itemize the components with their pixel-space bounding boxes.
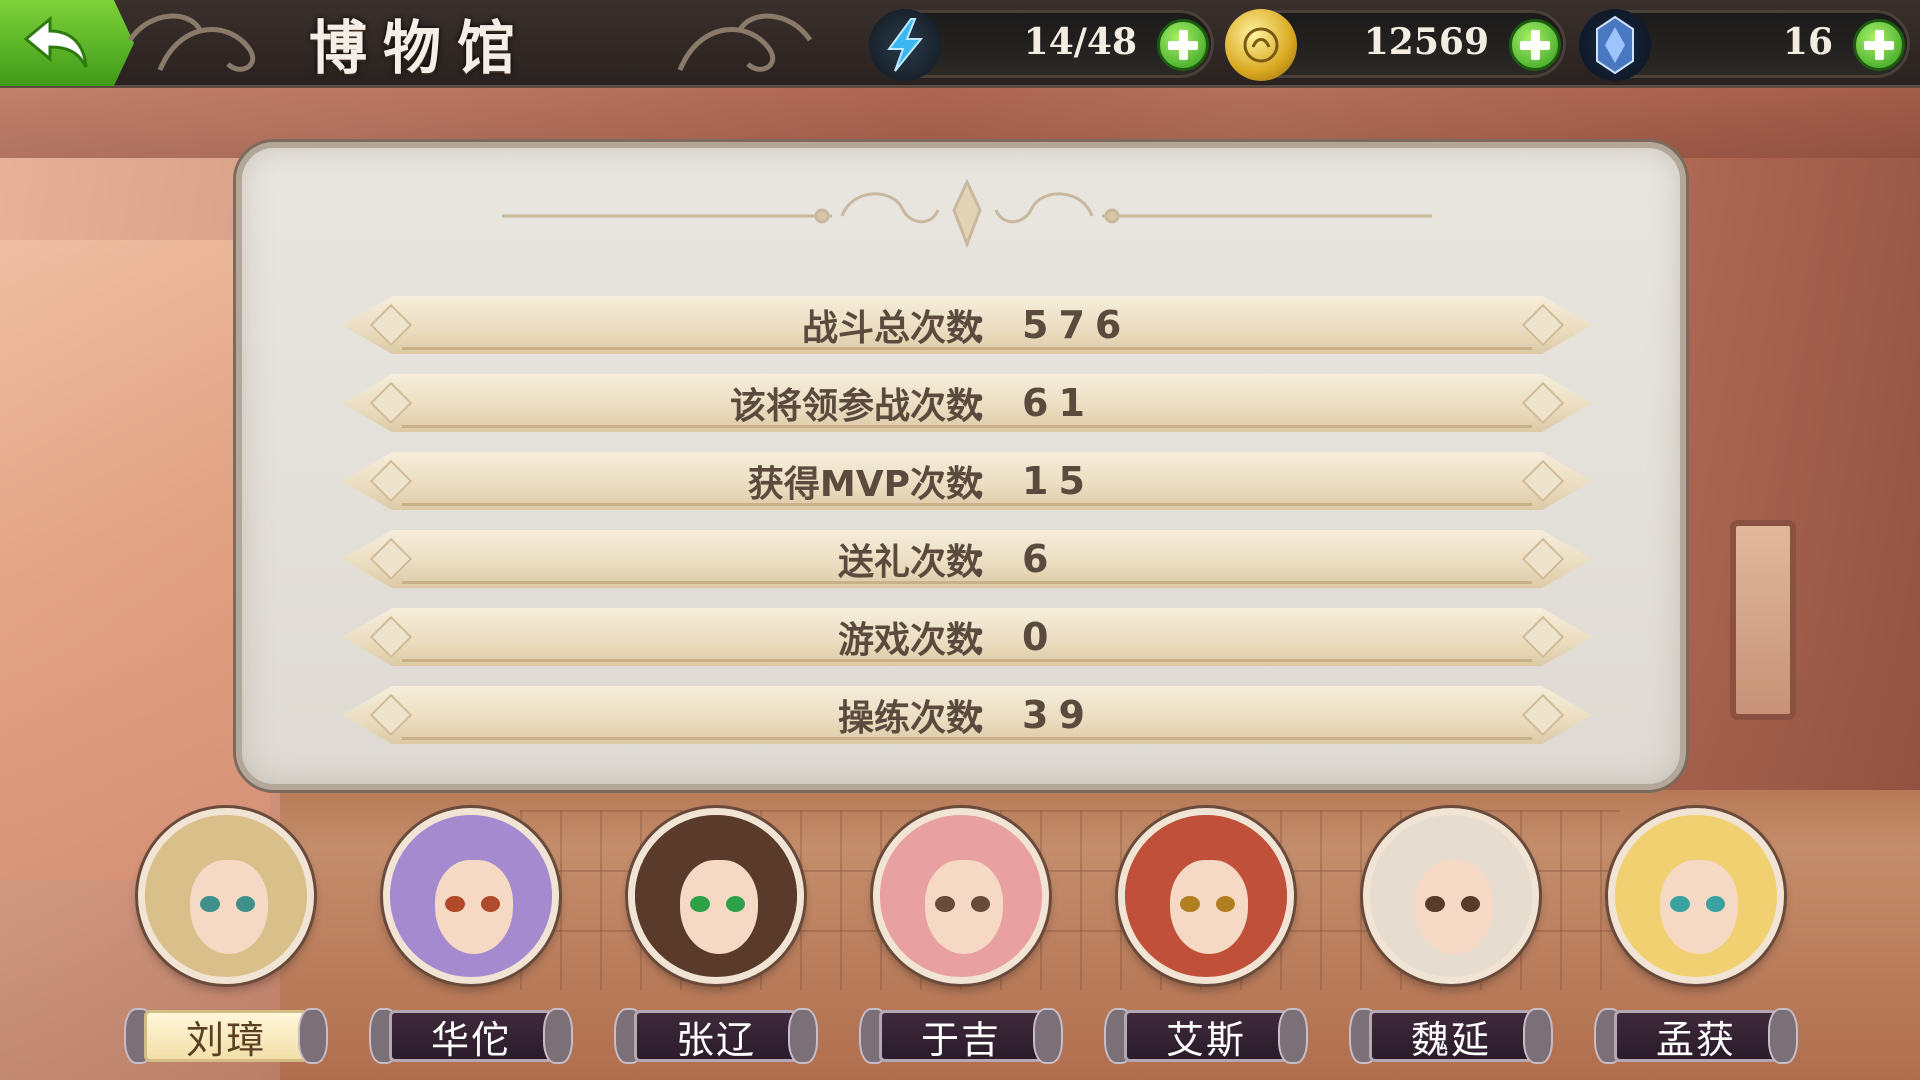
- stat-colon: ：: [970, 620, 1007, 661]
- wall-frame: [1730, 520, 1796, 720]
- crystal-value: 16: [1782, 21, 1833, 63]
- add-gold-button[interactable]: [1509, 19, 1561, 71]
- character-card-5[interactable]: 魏延: [1349, 808, 1553, 1068]
- character-nameplate[interactable]: 刘璋: [120, 1004, 332, 1068]
- page-title: 博物馆: [308, 14, 531, 82]
- character-name: 于吉: [920, 1017, 1001, 1062]
- stat-value: 6: [1022, 537, 1059, 581]
- stat-value: 576: [1022, 303, 1132, 347]
- stat-value: 61: [1022, 381, 1095, 425]
- stat-row-total-battles: 战斗总次数 ： 576: [342, 296, 1592, 354]
- stat-label: 该将领参战次数: [729, 386, 982, 427]
- crystal-counter: 16: [1579, 9, 1910, 81]
- character-card-0[interactable]: 刘璋: [124, 808, 328, 1068]
- character-nameplate[interactable]: 艾斯: [1100, 1004, 1312, 1068]
- character-portrait[interactable]: [628, 808, 804, 984]
- stat-label: 操练次数: [837, 698, 982, 739]
- stat-colon: ：: [970, 386, 1007, 427]
- gold-counter: 12569: [1225, 9, 1566, 81]
- stat-label: 战斗总次数: [801, 308, 982, 349]
- stat-row-drills: 操练次数 ： 39: [342, 686, 1592, 744]
- character-nameplate[interactable]: 华佗: [365, 1004, 577, 1068]
- stat-value: 15: [1022, 459, 1095, 503]
- character-name: 刘璋: [185, 1017, 266, 1062]
- character-portrait[interactable]: [138, 808, 314, 984]
- character-portrait[interactable]: [1118, 808, 1294, 984]
- character-portrait[interactable]: [383, 808, 559, 984]
- lightning-icon: [869, 9, 941, 81]
- top-bar: 博物馆 14/48 12569 16: [0, 0, 1920, 88]
- character-card-6[interactable]: 孟获: [1594, 808, 1798, 1068]
- character-name: 魏延: [1410, 1017, 1491, 1062]
- add-stamina-button[interactable]: [1157, 19, 1209, 71]
- stat-value: 39: [1022, 693, 1095, 737]
- gold-value: 12569: [1363, 21, 1489, 63]
- stat-value: 0: [1022, 615, 1059, 659]
- character-nameplate[interactable]: 于吉: [855, 1004, 1067, 1068]
- stat-row-games: 游戏次数 ： 0: [342, 608, 1592, 666]
- stat-row-general-battles: 该将领参战次数 ： 61: [342, 374, 1592, 432]
- stat-colon: ：: [970, 542, 1007, 583]
- stat-colon: ：: [970, 308, 1007, 349]
- character-name: 孟获: [1655, 1017, 1736, 1062]
- character-nameplate[interactable]: 张辽: [610, 1004, 822, 1068]
- back-button[interactable]: [0, 0, 134, 86]
- back-arrow-icon: [23, 15, 88, 68]
- character-nameplate[interactable]: 魏延: [1345, 1004, 1557, 1068]
- background-window: [0, 240, 270, 880]
- character-card-3[interactable]: 于吉: [859, 808, 1063, 1068]
- character-portrait[interactable]: [1363, 808, 1539, 984]
- character-card-2[interactable]: 张辽: [614, 808, 818, 1068]
- panel-ornament: [502, 178, 1432, 249]
- stat-label: 送礼次数: [837, 542, 982, 583]
- stats-panel: 战斗总次数 ： 576 该将领参战次数 ： 61 获得MVP次数 ： 15 送礼…: [236, 142, 1686, 790]
- stat-label: 获得MVP次数: [747, 464, 982, 505]
- character-name: 艾斯: [1165, 1017, 1246, 1062]
- stat-colon: ：: [970, 698, 1007, 739]
- add-crystal-button[interactable]: [1853, 19, 1905, 71]
- stat-row-gifts: 送礼次数 ： 6: [342, 530, 1592, 588]
- character-card-4[interactable]: 艾斯: [1104, 808, 1308, 1068]
- character-name: 华佗: [430, 1017, 511, 1062]
- crystal-icon: [1579, 9, 1651, 81]
- stat-colon: ：: [970, 464, 1007, 505]
- character-card-1[interactable]: 华佗: [369, 808, 573, 1068]
- character-portrait[interactable]: [873, 808, 1049, 984]
- title-plate: 博物馆: [120, 0, 820, 86]
- character-name: 张辽: [675, 1017, 756, 1062]
- stamina-counter: 14/48: [869, 9, 1214, 81]
- stamina-value: 14/48: [1023, 21, 1137, 63]
- character-portrait[interactable]: [1608, 808, 1784, 984]
- stat-label: 游戏次数: [837, 620, 982, 661]
- character-nameplate[interactable]: 孟获: [1590, 1004, 1802, 1068]
- stat-row-mvp: 获得MVP次数 ： 15: [342, 452, 1592, 510]
- gold-coin-icon: [1225, 9, 1297, 81]
